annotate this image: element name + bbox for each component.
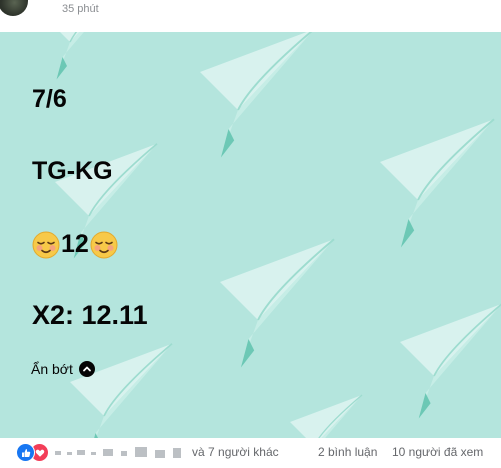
relieved-face-icon <box>90 231 118 258</box>
chevron-up-icon <box>78 361 95 377</box>
views-count: 10 người đã xem <box>392 445 484 459</box>
status-line-date: 7/6 <box>32 85 67 113</box>
see-less-label: Ẩn bớt <box>31 361 73 377</box>
avatar[interactable] <box>0 0 28 16</box>
score-value: 12 <box>61 230 89 258</box>
see-less-button[interactable]: Ẩn bớt <box>31 361 95 377</box>
like-icon <box>16 443 35 462</box>
post-footer: và 7 người khác 2 bình luận 10 người đã … <box>0 438 501 468</box>
relieved-face-icon <box>32 231 60 258</box>
post-card: 7/6 TG-KG 12 X2: 12.11 Ẩn bớt <box>0 32 501 438</box>
comments-count-link[interactable]: 2 bình luận <box>318 445 377 459</box>
post-timestamp[interactable]: 35 phút <box>62 3 99 15</box>
status-line-teams: TG-KG <box>32 157 113 185</box>
post-header: 35 phút <box>0 0 501 32</box>
status-line-odds: X2: 12.11 <box>32 300 148 330</box>
status-line-score: 12 <box>32 230 118 259</box>
redacted-reactor-names <box>55 447 185 459</box>
reactions-summary[interactable]: và 7 người khác <box>192 445 279 459</box>
reaction-icons[interactable] <box>16 443 50 462</box>
